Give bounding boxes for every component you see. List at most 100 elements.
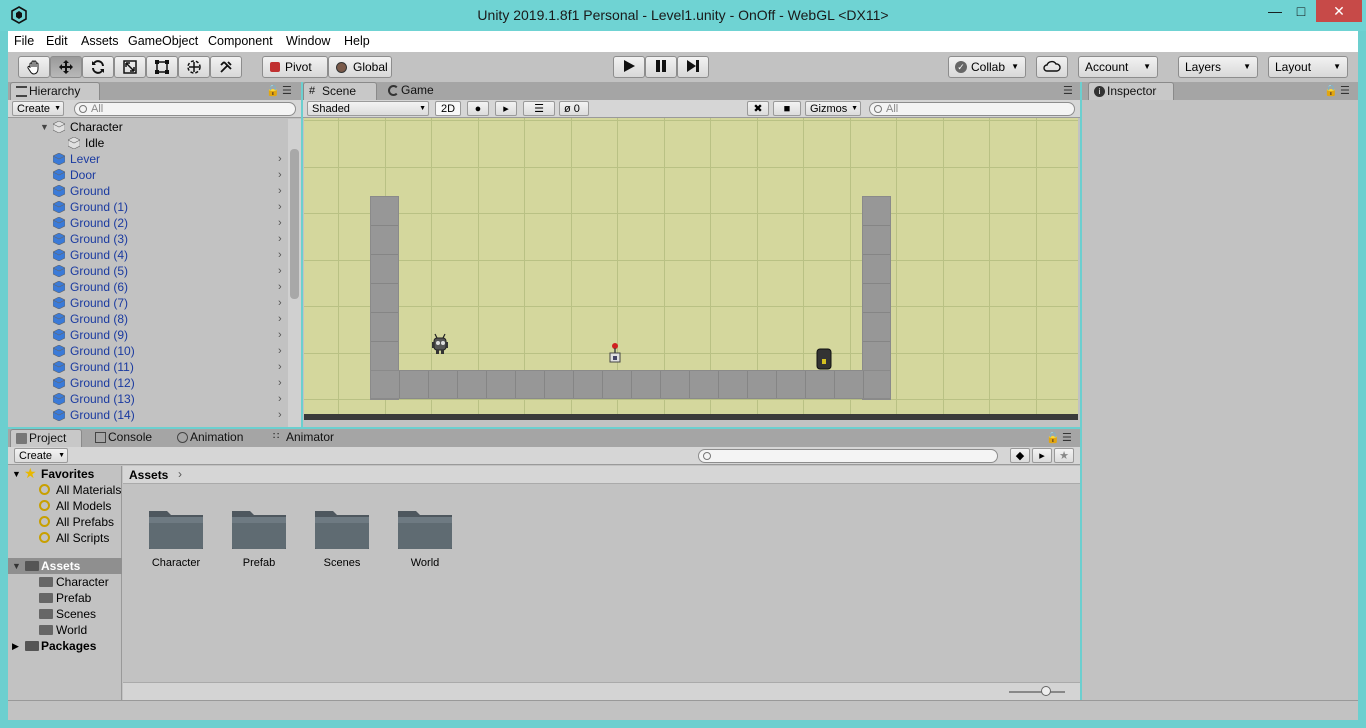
asset-folder-tile[interactable]: Scenes (313, 503, 383, 583)
tree-asset-folder[interactable]: Prefab (8, 590, 122, 606)
hidden-objects-toggle[interactable]: ø 0 (559, 101, 589, 116)
collab-dropdown[interactable]: ✓ Collab ▼ (948, 56, 1026, 78)
hierarchy-item[interactable]: Ground (9) › (8, 327, 288, 343)
asset-folder-tile[interactable]: Prefab (230, 503, 300, 583)
close-window-button[interactable]: ✕ (1316, 0, 1362, 22)
tree-favorite-item[interactable]: All Scripts (8, 530, 122, 546)
tree-favorite-item[interactable]: All Materials (8, 482, 122, 498)
play-button[interactable] (613, 56, 645, 78)
tab-hierarchy[interactable]: Hierarchy (10, 82, 100, 100)
hierarchy-item[interactable]: Ground (6) › (8, 279, 288, 295)
tree-asset-folder[interactable]: Scenes (8, 606, 122, 622)
hierarchy-item[interactable]: Ground (14) › (8, 407, 288, 423)
zoom-slider-handle[interactable] (1041, 686, 1051, 696)
hierarchy-item[interactable]: Lever › (8, 151, 288, 167)
tree-favorites[interactable]: ▼ ★ Favorites (8, 466, 122, 482)
transform-tool-button[interactable] (178, 56, 210, 78)
maximize-button[interactable]: □ (1286, 0, 1316, 22)
asset-folder-tile[interactable]: World (396, 503, 466, 583)
pause-button[interactable] (645, 56, 677, 78)
hierarchy-item[interactable]: Door › (8, 167, 288, 183)
effects-dropdown[interactable]: ☰ (523, 101, 555, 116)
hierarchy-item[interactable]: Ground (2) › (8, 215, 288, 231)
move-tool-button[interactable] (50, 56, 82, 78)
hierarchy-item[interactable]: Ground › (8, 183, 288, 199)
menu-file[interactable]: File (14, 34, 34, 48)
door-sprite[interactable] (816, 348, 832, 370)
filter-type-button[interactable]: ◆ (1010, 448, 1030, 463)
tab-animator[interactable]: ∷ Animator (268, 429, 352, 447)
shading-mode-dropdown[interactable]: Shaded ▼ (307, 101, 429, 116)
hierarchy-item[interactable]: ▼ Character (8, 119, 288, 135)
step-button[interactable] (677, 56, 709, 78)
lock-icon[interactable]: 🔒 (1324, 84, 1338, 97)
favorites-star-button[interactable]: ★ (1054, 448, 1074, 463)
2d-toggle-button[interactable]: 2D (435, 101, 461, 116)
tree-favorite-item[interactable]: All Prefabs (8, 514, 122, 530)
lock-icon[interactable]: 🔒 (1046, 431, 1060, 444)
asset-folder-tile[interactable]: Character (147, 503, 217, 583)
panel-menu-icon[interactable]: ☰ (1340, 84, 1350, 97)
panel-menu-icon[interactable]: ☰ (1062, 431, 1072, 444)
hierarchy-item[interactable]: Ground (12) › (8, 375, 288, 391)
gizmos-dropdown[interactable]: Gizmos ▼ (805, 101, 861, 116)
lock-icon[interactable]: 🔒 (266, 84, 280, 97)
breadcrumb-assets[interactable]: Assets (129, 468, 168, 482)
menu-component[interactable]: Component (208, 34, 273, 48)
hierarchy-item[interactable]: Ground (11) › (8, 359, 288, 375)
rect-tool-button[interactable] (146, 56, 178, 78)
tab-console[interactable]: Console (90, 429, 162, 447)
hierarchy-item[interactable]: Ground (3) › (8, 231, 288, 247)
menu-edit[interactable]: Edit (46, 34, 68, 48)
scene-viewport[interactable] (304, 118, 1078, 420)
project-search-input[interactable] (698, 449, 998, 463)
hierarchy-item[interactable]: Ground (10) › (8, 343, 288, 359)
rotate-tool-button[interactable] (82, 56, 114, 78)
lever-sprite[interactable] (608, 342, 622, 364)
hierarchy-item[interactable]: Idle (8, 135, 288, 151)
tab-project[interactable]: Project (10, 429, 82, 447)
panel-menu-icon[interactable]: ☰ (1063, 84, 1073, 97)
tree-packages[interactable]: ▶ Packages (8, 638, 122, 654)
audio-toggle-button[interactable]: ▸ (495, 101, 517, 116)
menu-assets[interactable]: Assets (81, 34, 119, 48)
camera-dropdown[interactable]: ■ (773, 101, 801, 116)
hierarchy-item[interactable]: Ground (8) › (8, 311, 288, 327)
tree-asset-folder[interactable]: World (8, 622, 122, 638)
filter-label-button[interactable]: ▸ (1032, 448, 1052, 463)
menu-window[interactable]: Window (286, 34, 330, 48)
tree-assets[interactable]: ▼ Assets (8, 558, 122, 574)
layout-dropdown[interactable]: Layout ▼ (1268, 56, 1348, 78)
tab-game[interactable]: Game (383, 82, 447, 100)
lighting-toggle-button[interactable]: ● (467, 101, 489, 116)
project-create-dropdown[interactable]: Create ▼ (14, 448, 68, 463)
tab-scene[interactable]: # Scene (303, 82, 377, 100)
scene-search-input[interactable]: All (869, 102, 1075, 116)
scene-tools-button[interactable]: ✖ (747, 101, 769, 116)
hierarchy-scrollbar[interactable] (288, 119, 301, 427)
menu-gameobject[interactable]: GameObject (128, 34, 198, 48)
hierarchy-item[interactable]: Ground (4) › (8, 247, 288, 263)
scale-tool-button[interactable] (114, 56, 146, 78)
character-sprite[interactable] (430, 332, 450, 356)
hand-tool-button[interactable] (18, 56, 50, 78)
scrollbar-thumb[interactable] (290, 149, 299, 299)
hierarchy-item[interactable]: Ground (13) › (8, 391, 288, 407)
hierarchy-search-input[interactable]: All (74, 102, 296, 116)
custom-tool-button[interactable] (210, 56, 242, 78)
hierarchy-item[interactable]: Ground (1) › (8, 199, 288, 215)
pivot-toggle-button[interactable]: Pivot (262, 56, 328, 78)
menu-help[interactable]: Help (344, 34, 370, 48)
tree-asset-folder[interactable]: Character (8, 574, 122, 590)
layers-dropdown[interactable]: Layers ▼ (1178, 56, 1258, 78)
cloud-button[interactable] (1036, 56, 1068, 78)
tab-animation[interactable]: Animation (172, 429, 262, 447)
tab-inspector[interactable]: i Inspector (1088, 82, 1174, 100)
hierarchy-item[interactable]: Ground (7) › (8, 295, 288, 311)
hierarchy-item[interactable]: Ground (5) › (8, 263, 288, 279)
zoom-slider-track[interactable] (1009, 691, 1065, 693)
tree-favorite-item[interactable]: All Models (8, 498, 122, 514)
account-dropdown[interactable]: Account ▼ (1078, 56, 1158, 78)
hierarchy-create-dropdown[interactable]: Create ▼ (12, 101, 64, 116)
panel-menu-icon[interactable]: ☰ (282, 84, 292, 97)
